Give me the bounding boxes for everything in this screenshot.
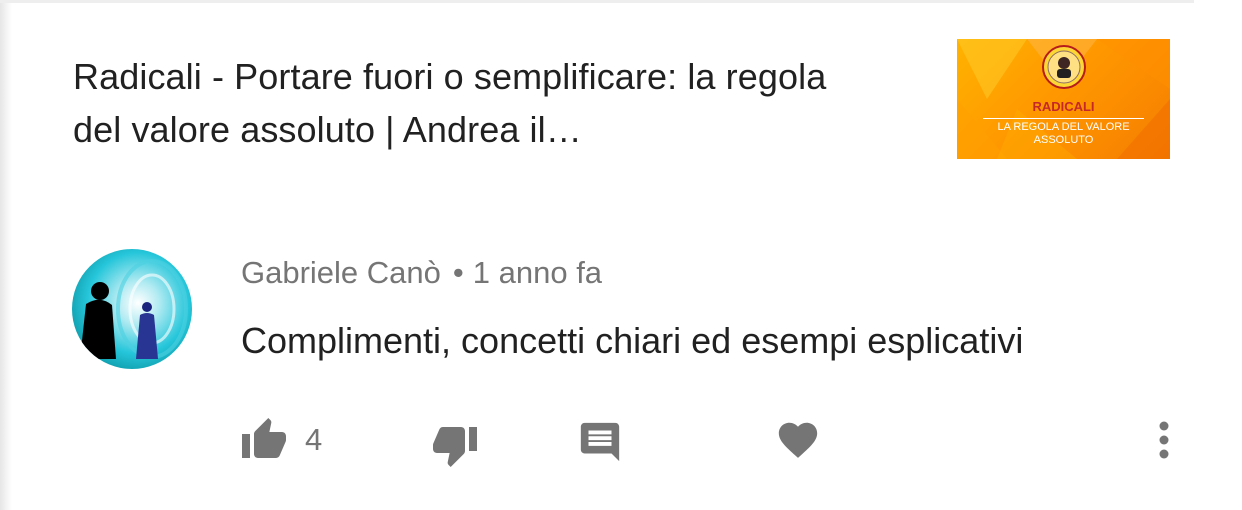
comment-author[interactable]: Gabriele Canò <box>241 255 441 290</box>
reply-button[interactable] <box>568 410 632 474</box>
comment-text: Complimenti, concetti chiari ed esempi e… <box>241 320 1024 361</box>
comment-icon <box>580 422 620 462</box>
left-edge-shadow <box>0 0 12 510</box>
like-button[interactable] <box>232 408 296 472</box>
top-divider <box>0 0 1194 3</box>
avatar-image <box>72 249 192 369</box>
comment-meta: Gabriele Canò • 1 anno fa <box>241 254 602 292</box>
thumbnail-title: RADICALI <box>1032 99 1095 114</box>
comment-time: 1 anno fa <box>472 255 603 290</box>
more-vertical-icon <box>1159 421 1169 459</box>
video-thumbnail[interactable]: RADICALI LA REGOLA DEL VALORE ASSOLUTO <box>957 39 1170 159</box>
video-title[interactable]: Radicali - Portare fuori o semplificare:… <box>73 50 873 156</box>
thumb-up-icon <box>242 418 286 458</box>
comment-page: Radicali - Portare fuori o semplificare:… <box>0 0 1242 510</box>
heart-button[interactable] <box>766 408 830 472</box>
meta-separator: • <box>452 255 464 290</box>
dislike-button[interactable] <box>423 413 487 477</box>
thumb-down-icon <box>433 427 477 467</box>
user-avatar[interactable] <box>72 249 192 369</box>
more-options-button[interactable] <box>1140 408 1188 472</box>
heart-icon <box>778 422 818 458</box>
channel-logo-icon <box>1042 45 1086 89</box>
thumbnail-subtitle: LA REGOLA DEL VALORE ASSOLUTO <box>997 121 1130 146</box>
thumbnail-divider <box>983 118 1144 119</box>
like-count: 4 <box>305 422 323 457</box>
